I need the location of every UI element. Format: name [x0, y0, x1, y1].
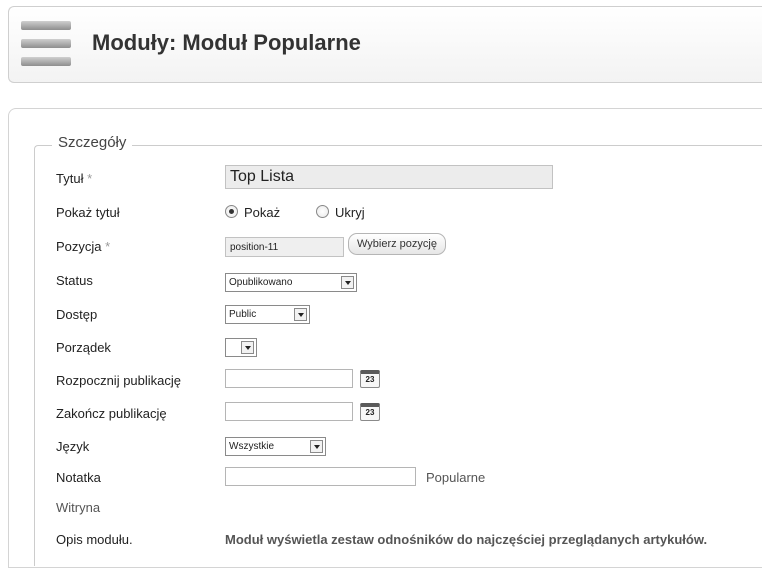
ordering-select[interactable]: [225, 338, 257, 357]
chevron-down-icon: [341, 276, 354, 289]
radio-show[interactable]: Pokaż: [225, 205, 280, 220]
title-input[interactable]: Top Lista: [225, 165, 553, 189]
publish-up-label: Rozpocznij publikację: [56, 373, 182, 388]
page-header: Moduły: Moduł Popularne: [8, 6, 762, 83]
status-label: Status: [56, 273, 93, 288]
required-mark: *: [105, 239, 111, 254]
page-title: Moduły: Moduł Popularne: [92, 30, 361, 55]
calendar-icon[interactable]: 23: [360, 403, 380, 421]
ordering-label: Porządek: [56, 340, 111, 355]
show-title-label: Pokaż tytuł: [56, 205, 120, 220]
status-select[interactable]: Opublikowano: [225, 273, 357, 292]
publish-down-label: Zakończ publikację: [56, 406, 167, 421]
access-label: Dostęp: [56, 307, 98, 322]
radio-hide[interactable]: Ukryj: [316, 205, 365, 220]
position-label: Pozycja *: [56, 239, 111, 254]
chevron-down-icon: [241, 341, 254, 354]
menu-icon: [21, 21, 71, 67]
position-input[interactable]: position-11: [225, 237, 344, 257]
radio-unchecked-icon: [316, 205, 329, 218]
chevron-down-icon: [294, 308, 307, 321]
access-select[interactable]: Public: [225, 305, 310, 324]
description-label: Opis modułu.: [56, 532, 133, 547]
calendar-icon[interactable]: 23: [360, 370, 380, 388]
note-input[interactable]: [225, 467, 416, 486]
title-label: Tytuł *: [56, 171, 93, 186]
required-mark: *: [87, 171, 93, 186]
choose-position-button[interactable]: Wybierz pozycję: [348, 233, 446, 255]
chevron-down-icon: [310, 440, 323, 453]
module-name: Popularne: [426, 470, 486, 485]
description-text: Moduł wyświetla zestaw odnośników do naj…: [225, 532, 708, 547]
site-label: Witryna: [56, 500, 101, 515]
language-label: Język: [56, 439, 90, 454]
language-select[interactable]: Wszystkie: [225, 437, 326, 456]
details-fieldset: [34, 145, 762, 566]
details-legend: Szczegóły: [52, 134, 133, 151]
publish-up-input[interactable]: [225, 369, 353, 388]
radio-checked-icon: [225, 205, 238, 218]
note-label: Notatka: [56, 470, 101, 485]
publish-down-input[interactable]: [225, 402, 353, 421]
